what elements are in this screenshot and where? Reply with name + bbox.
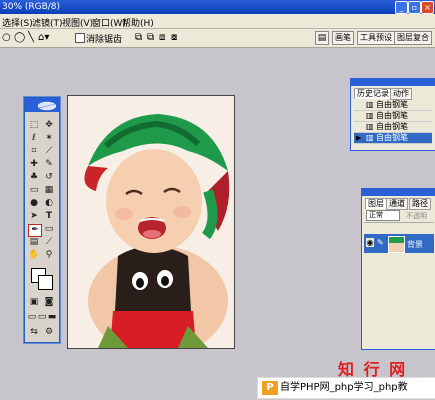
brush-tool-icon[interactable]: ✎ [43,159,55,170]
maximize-button[interactable]: ▫ [408,1,421,14]
php-logo-icon: P [262,381,278,395]
history-snapshot-icon: ▥ [366,111,374,120]
gradient-tool-icon[interactable]: ▦ [43,185,55,196]
path-intersect-icon[interactable]: ⧈ [159,32,165,43]
tab-actions[interactable]: 动作 [390,88,412,100]
path-selection-tool-icon[interactable]: ➤ [28,211,40,222]
document-canvas[interactable] [67,95,235,349]
blur-tool-icon[interactable]: ● [28,198,40,209]
history-state-arrow-icon: ▶ [356,134,362,142]
ellipse-shape-icon[interactable]: ◯ [14,32,25,43]
antialias-checkbox[interactable] [75,33,85,43]
menu-view[interactable]: 视图(V) [62,16,93,29]
menu-bar: 选择(S) 滤镜(T) 视图(V) 窗口(W) 帮助(H) [0,14,435,29]
standard-mode-icon[interactable]: ▣ [28,297,40,308]
rectangle-tool-icon[interactable]: ▭ [43,224,55,235]
menu-window[interactable]: 窗口(W) [92,16,126,29]
slice-tool-icon[interactable]: ⟋ [43,146,55,157]
history-brush-tool-icon[interactable]: ↺ [43,172,55,183]
history-item-label: 自由钢笔 [376,122,408,131]
tab-history[interactable]: 历史记录 [354,88,392,99]
history-snapshot-icon: ▥ [366,122,374,131]
opacity-label: 不透明 [406,212,427,220]
eyedropper-tool-icon[interactable]: ⟋ [43,237,55,248]
path-exclude-icon[interactable]: ⧇ [171,32,177,43]
footer-banner[interactable]: P 自学PHP网_php学习_php教 [257,377,435,399]
hand-tool-icon[interactable]: ✋ [28,250,40,261]
menu-filter[interactable]: 滤镜(T) [32,16,63,29]
marquee-tool-icon[interactable]: ⬚ [28,120,40,131]
custom-shape-icon[interactable]: ⌂▾ [38,32,49,43]
window-title-bar: 30% (RGB/8) _ ▫ × [0,0,435,14]
imageready-icon[interactable]: ⇆ [28,327,40,338]
baby-photo [68,96,234,348]
magic-wand-tool-icon[interactable]: ✶ [43,133,55,144]
path-subtract-icon[interactable]: ⧉ [147,32,154,43]
layers-panel-header[interactable] [362,189,435,196]
type-tool-icon[interactable]: T [43,211,55,222]
brush-link-icon: ✎ [377,238,384,247]
background-color-swatch[interactable] [38,275,53,290]
clone-stamp-tool-icon[interactable]: ♣ [28,172,40,183]
palette-well-icon[interactable]: ▤ [315,31,329,45]
tab-tool-presets[interactable]: 工具预设 [357,31,395,45]
blend-mode-value: 正常 [369,211,383,219]
antialias-label: 消除锯齿 [86,35,123,45]
eye-icon[interactable]: ◉ [366,238,374,247]
dodge-tool-icon[interactable]: ◐ [43,198,55,209]
history-snapshot-icon: ▥ [366,133,374,142]
crop-tool-icon[interactable]: ⌗ [28,146,40,157]
tab-layer-comps[interactable]: 图层复合 [394,31,432,45]
healing-brush-tool-icon[interactable]: ✚ [28,159,40,170]
quick-mask-icon[interactable]: ◙ [43,297,55,308]
history-panel: 历史记录 动作 ▥ 自由钢笔 ▥ 自由钢笔 ▥ 自由钢笔 ▶ ▥ 自由钢笔 [350,78,435,151]
tab-layers[interactable]: 图层 [365,198,387,209]
menu-select[interactable]: 选择(S) [2,16,33,29]
path-add-icon[interactable]: ⧉ [135,32,142,43]
toolbox-header[interactable] [25,98,59,112]
jump-to-icon[interactable]: ⚙ [43,327,55,338]
toolbox: ⬚ ✥ ℓ ✶ ⌗ ⟋ ✚ ✎ ♣ ↺ ▭ ▦ ● ◐ ➤ T ✒ ▭ ▤ ⟋ … [24,97,60,343]
lasso-tool-icon[interactable]: ℓ [28,133,40,144]
eraser-tool-icon[interactable]: ▭ [28,185,40,196]
line-shape-icon[interactable]: ╲ [28,32,34,43]
history-panel-header[interactable] [351,79,435,86]
minimize-button[interactable]: _ [395,1,408,14]
layers-panel: 图层 通道 路径 正常 不透明 ◉ ✎ 背景 [361,188,435,350]
ellipse-shape-icon[interactable]: ○ [2,32,11,43]
layer-name: 背景 [407,240,423,249]
screen-mode-full-icon[interactable]: ▬ [46,312,58,323]
history-item-label: 自由钢笔 [376,100,408,109]
blend-mode-select[interactable]: 正常 [366,210,400,221]
pen-tool-icon[interactable]: ✒ [28,224,42,237]
layer-row-background[interactable]: ◉ ✎ 背景 [364,234,434,253]
tab-brushes[interactable]: 画笔 [332,31,354,45]
history-item[interactable]: ▥ 自由钢笔 [354,100,432,111]
history-item[interactable]: ▥ 自由钢笔 [354,122,432,133]
history-snapshot-icon: ▥ [366,100,374,109]
feather-icon [37,101,57,111]
tab-channels[interactable]: 通道 [386,198,408,210]
close-button[interactable]: × [421,1,434,14]
zoom-tool-icon[interactable]: ⚲ [43,250,55,261]
footer-text: 自学PHP网_php学习_php教 [280,382,408,393]
history-item-label: 自由钢笔 [376,111,408,120]
window-title: 30% (RGB/8) [2,2,61,12]
move-tool-icon[interactable]: ✥ [43,120,55,131]
history-item[interactable]: ▥ 自由钢笔 [354,111,432,122]
history-item-label: 自由钢笔 [376,133,408,142]
history-item-selected[interactable]: ▶ ▥ 自由钢笔 [354,133,432,144]
tab-paths[interactable]: 路径 [409,198,431,210]
options-bar: ○ ◯ ╲ ⌂▾ 消除锯齿 ⧉ ⧉ ⧈ ⧇ ▤ 画笔 工具预设 图层复合 [0,29,435,48]
menu-help[interactable]: 帮助(H) [122,16,154,29]
divider [364,222,434,223]
notes-tool-icon[interactable]: ▤ [28,237,40,248]
layer-thumbnail [388,236,405,253]
